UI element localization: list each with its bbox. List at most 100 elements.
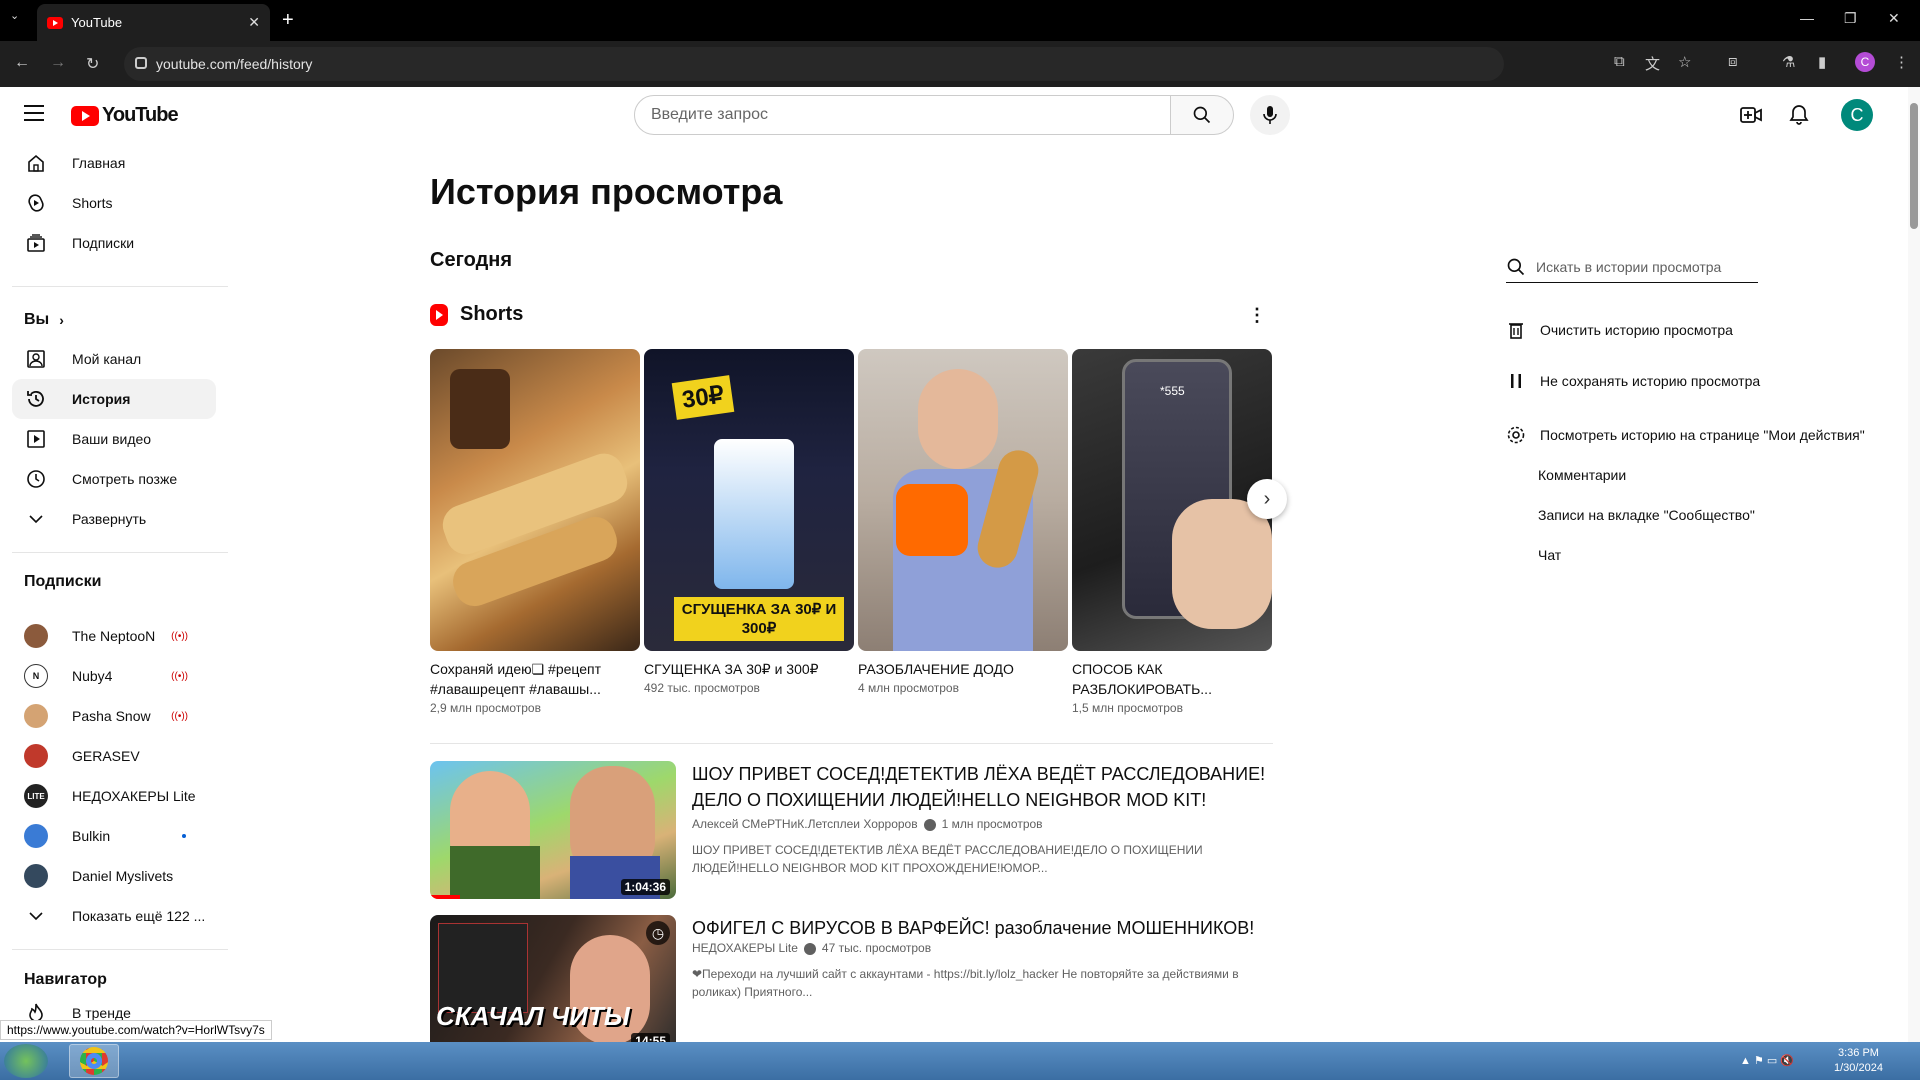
browser-menu-icon[interactable]: ⋮ xyxy=(1894,53,1909,71)
site-info-icon[interactable] xyxy=(135,57,147,69)
short-card[interactable]: 30₽ СГУЩЕНКА ЗА 30₽ И 300₽ СГУЩЕНКА ЗА 3… xyxy=(644,349,854,695)
tray-icons[interactable]: ▲ ⚑ ▭ 🔇 xyxy=(1740,1054,1794,1067)
labs-icon[interactable]: ⚗ xyxy=(1782,53,1795,71)
sidebar-subscription-item[interactable]: GERASEV xyxy=(12,736,216,776)
back-button[interactable]: ← xyxy=(14,54,30,72)
watch-later-icon[interactable]: ◷ xyxy=(646,921,670,945)
video-thumbnail[interactable]: 1:04:36 xyxy=(430,761,676,899)
your-videos-icon xyxy=(24,427,48,451)
short-title[interactable]: СПОСОБ КАК РАЗБЛОКИРОВАТЬ... xyxy=(1072,659,1272,699)
short-card[interactable]: *555 СПОСОБ КАК РАЗБЛОКИРОВАТЬ... 1,5 мл… xyxy=(1072,349,1272,715)
search-input[interactable]: Введите запрос xyxy=(634,95,1171,135)
sidebar-you-heading[interactable]: Вы › xyxy=(24,311,64,329)
address-bar[interactable]: youtube.com/feed/history xyxy=(124,47,1504,81)
shorts-logo-icon xyxy=(430,303,448,326)
short-thumbnail[interactable] xyxy=(430,349,640,651)
clear-history-button[interactable]: Очистить историю просмотра xyxy=(1504,321,1733,339)
sidebar-item-your-videos[interactable]: Ваши видео xyxy=(12,419,216,459)
short-card[interactable]: Сохраняй идею❏ #рецепт #лавашрецепт #лав… xyxy=(430,349,640,715)
sidebar-item-watch-later[interactable]: Смотреть позже xyxy=(12,459,216,499)
youtube-play-icon xyxy=(71,105,99,126)
install-app-icon[interactable]: ⧉ xyxy=(1614,53,1625,70)
guide-menu-icon[interactable] xyxy=(24,105,44,121)
pause-history-button[interactable]: Не сохранять историю просмотра xyxy=(1504,373,1760,389)
manage-history-link[interactable]: Посмотреть историю на странице "Мои дейс… xyxy=(1504,425,1865,445)
restore-button[interactable]: ❐ xyxy=(1844,10,1857,27)
sidebar-item-expand[interactable]: Развернуть xyxy=(12,499,216,539)
search-button[interactable] xyxy=(1170,95,1234,135)
sidebar-item-history[interactable]: История xyxy=(12,379,216,419)
reload-button[interactable]: ↻ xyxy=(86,54,99,74)
sidebar-item-my-channel[interactable]: Мой канал xyxy=(12,339,216,379)
sidebar-item-shorts[interactable]: Shorts xyxy=(12,183,216,223)
video-description: ШОУ ПРИВЕТ СОСЕД!ДЕТЕКТИВ ЛЁХА ВЕДЁТ РАС… xyxy=(692,843,1203,875)
new-content-dot xyxy=(182,834,186,838)
close-window-button[interactable]: ✕ xyxy=(1888,10,1900,27)
sidebar-subscription-item[interactable]: The NeptooN ((•)) xyxy=(12,616,216,656)
sidebar-subscription-item[interactable]: Bulkin xyxy=(12,816,216,856)
pause-icon xyxy=(1504,373,1528,389)
channel-name[interactable]: НЕДОХАКЕРЫ Lite xyxy=(692,941,798,955)
short-title[interactable]: Сохраняй идею❏ #рецепт #лавашрецепт #лав… xyxy=(430,659,640,699)
forward-button[interactable]: → xyxy=(50,54,66,72)
community-posts-link[interactable]: Записи на вкладке "Сообщество" xyxy=(1538,507,1755,523)
browser-tab-bar: ⌄ YouTube ✕ + — ❐ ✕ xyxy=(0,0,1920,41)
minimize-button[interactable]: — xyxy=(1800,10,1814,26)
comments-link[interactable]: Комментарии xyxy=(1538,467,1626,483)
tab-close-icon[interactable]: ✕ xyxy=(248,14,260,31)
voice-search-button[interactable] xyxy=(1250,95,1290,135)
channel-avatar: N xyxy=(24,664,48,688)
shelf-more-options-icon[interactable]: ⋮ xyxy=(1248,305,1266,326)
video-thumbnail[interactable]: СКАЧАЛ ЧИТЫ ◷ 14:55 xyxy=(430,915,676,1053)
search-icon xyxy=(1507,258,1525,275)
shelf-next-button[interactable]: › xyxy=(1247,479,1287,519)
scrollbar-thumb[interactable] xyxy=(1910,103,1918,229)
short-card[interactable]: РАЗОБЛАЧЕНИЕ ДОДО 4 млн просмотров xyxy=(858,349,1068,695)
video-title[interactable]: ОФИГЕЛ С ВИРУСОВ В ВАРФЕЙС! разоблачение… xyxy=(692,915,1275,941)
browser-tab[interactable]: YouTube ✕ xyxy=(37,4,270,41)
view-count: 1 млн просмотров xyxy=(941,817,1043,831)
channel-name[interactable]: Алексей СМеРТНиК.Летсплеи Хорроров xyxy=(692,817,918,831)
video-meta: НЕДОХАКЕРЫ Lite 47 тыс. просмотров xyxy=(692,941,1275,955)
search-icon xyxy=(1193,106,1211,124)
video-row[interactable]: СКАЧАЛ ЧИТЫ ◷ 14:55 ОФИГЕЛ С ВИРУСОВ В В… xyxy=(430,915,1275,1053)
start-button[interactable] xyxy=(4,1044,48,1078)
sidebar-item-home[interactable]: Главная xyxy=(12,143,216,183)
tab-search-icon[interactable]: ⌄ xyxy=(10,9,19,22)
subscriptions-icon xyxy=(24,231,48,255)
bookmark-star-icon[interactable]: ☆ xyxy=(1678,53,1691,71)
browser-profile-avatar[interactable]: C xyxy=(1855,52,1875,72)
short-title[interactable]: РАЗОБЛАЧЕНИЕ ДОДО xyxy=(858,659,1068,679)
sidebar-divider xyxy=(12,286,228,287)
system-clock[interactable]: 3:36 PM 1/30/2024 xyxy=(1834,1046,1883,1076)
account-avatar[interactable]: C xyxy=(1841,99,1873,131)
sidebar-subscription-item[interactable]: LITE НЕДОХАКЕРЫ Lite xyxy=(12,776,216,816)
short-thumbnail[interactable] xyxy=(858,349,1068,651)
extensions-icon[interactable]: ⧈ xyxy=(1728,53,1738,70)
short-title[interactable]: СГУЩЕНКА ЗА 30₽ и 300₽ xyxy=(644,659,854,679)
short-views: 492 тыс. просмотров xyxy=(644,681,760,695)
new-tab-button[interactable]: + xyxy=(282,9,294,32)
link-status-bar: https://www.youtube.com/watch?v=HorlWTsv… xyxy=(0,1020,272,1040)
sidebar-divider xyxy=(12,949,228,950)
sidebar-subscription-item[interactable]: N Nuby4 ((•)) xyxy=(12,656,216,696)
video-row[interactable]: 1:04:36 ШОУ ПРИВЕТ СОСЕД!ДЕТЕКТИВ ЛЁХА В… xyxy=(430,761,1275,899)
sidebar-item-subscriptions[interactable]: Подписки xyxy=(12,223,216,263)
chat-link[interactable]: Чат xyxy=(1538,547,1561,563)
history-search-input[interactable]: Искать в истории просмотра xyxy=(1506,251,1758,283)
page-scrollbar[interactable] xyxy=(1908,87,1920,1042)
translate-icon[interactable]: 文 xyxy=(1645,53,1660,74)
create-video-icon[interactable] xyxy=(1739,103,1763,127)
sidebar-show-more[interactable]: Показать ещё 122 ... xyxy=(12,896,216,936)
taskbar-chrome-button[interactable] xyxy=(69,1044,119,1078)
sidebar-subscription-item[interactable]: Pasha Snow ((•)) xyxy=(12,696,216,736)
side-panel-icon[interactable]: ▮ xyxy=(1818,53,1826,71)
notifications-bell-icon[interactable] xyxy=(1787,103,1811,127)
thumbnail-price-badge: 30₽ xyxy=(671,375,735,420)
short-thumbnail[interactable]: *555 xyxy=(1072,349,1272,651)
tab-title: YouTube xyxy=(71,15,123,30)
sidebar-subscription-item[interactable]: Daniel Myslivets xyxy=(12,856,216,896)
video-title[interactable]: ШОУ ПРИВЕТ СОСЕД!ДЕТЕКТИВ ЛЁХА ВЕДЁТ РАС… xyxy=(692,761,1275,813)
youtube-logo[interactable]: YouTube xyxy=(71,104,179,127)
short-thumbnail[interactable]: 30₽ СГУЩЕНКА ЗА 30₽ И 300₽ xyxy=(644,349,854,651)
